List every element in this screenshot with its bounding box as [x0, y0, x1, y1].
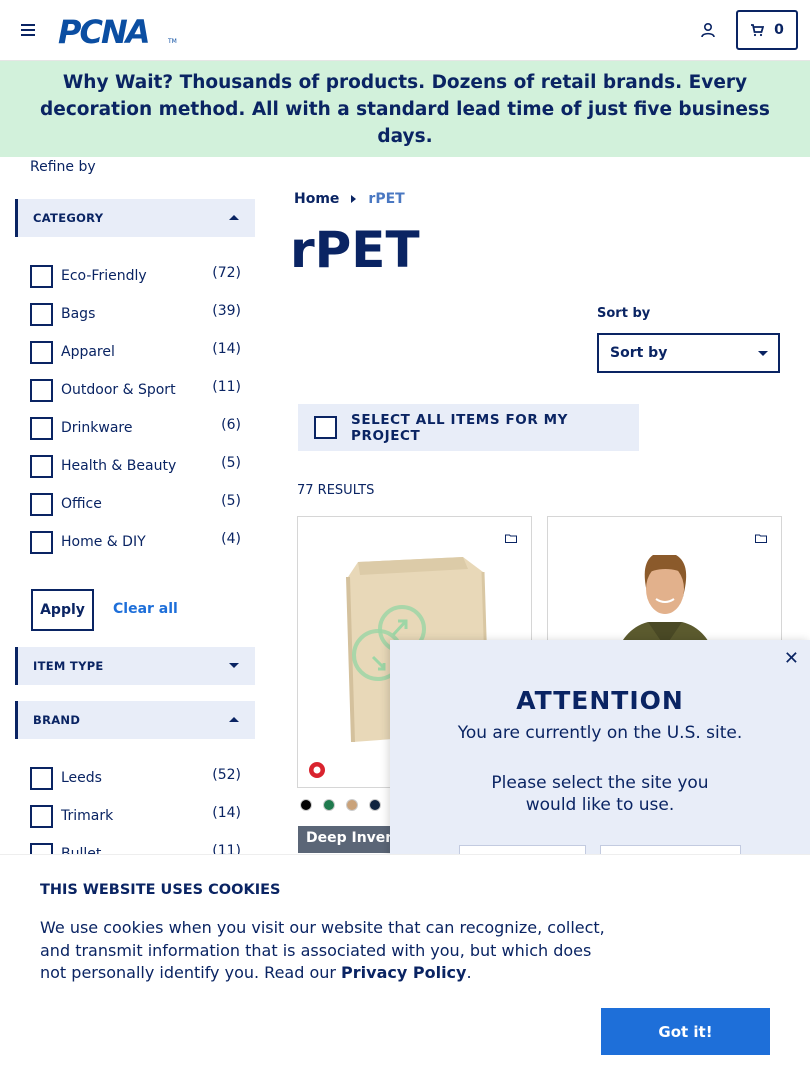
logo[interactable]: PCNA — [58, 13, 150, 51]
facet-option-count: (39) — [212, 303, 241, 319]
facet-option-label: Office — [61, 496, 102, 512]
category-list: Eco-Friendly (72) Bags (39) Apparel (14) Outdo… — [30, 257, 245, 587]
caret-down-icon — [229, 663, 239, 668]
facet-checkbox[interactable] — [30, 378, 53, 402]
facet-checkbox[interactable] — [30, 264, 53, 288]
caret-up-icon — [229, 717, 239, 722]
facet-option-count: (14) — [212, 341, 241, 357]
color-swatch[interactable] — [369, 799, 381, 811]
facet-brand-title: BRAND — [33, 713, 81, 727]
cart-count: 0 — [774, 22, 784, 38]
facet-option-label: Leeds — [61, 770, 102, 786]
site-header: PCNA TM 0 — [0, 0, 810, 61]
cookie-text: We use cookies when you visit our websit… — [40, 917, 615, 985]
facet-option-label: Eco-Friendly — [61, 268, 147, 284]
select-all-label: SELECT ALL ITEMS FOR MY PROJECT — [351, 411, 569, 444]
modal-message: You are currently on the U.S. site. — [457, 723, 743, 743]
color-swatch[interactable] — [323, 799, 335, 811]
page: PCNA TM 0 Why Wait? Thousands of product… — [0, 0, 810, 1080]
logo-trademark: TM — [168, 38, 177, 45]
modal-title: ATTENTION — [516, 686, 684, 715]
select-all-items[interactable]: SELECT ALL ITEMS FOR MY PROJECT — [298, 404, 639, 451]
sort-label: Sort by — [597, 306, 651, 321]
facet-option-label: Outdoor & Sport — [61, 382, 176, 398]
facet-option-count: (5) — [221, 493, 241, 509]
clear-all-link[interactable]: Clear all — [113, 601, 178, 617]
chevron-down-icon — [758, 351, 768, 356]
brand-list: Leeds (52) Trimark (14) Bullet (11) — [30, 759, 245, 859]
modal-instruction: Please select the site you would like to… — [491, 773, 709, 815]
facet-option-label: Health & Beauty — [61, 458, 177, 474]
refine-label: Refine by — [30, 159, 96, 175]
facet-option[interactable]: Bags (39) — [30, 295, 245, 333]
promo-banner: Why Wait? Thousands of products. Dozens … — [0, 61, 810, 157]
results-count: 77 RESULTS — [297, 483, 375, 498]
facet-option-count: (72) — [212, 265, 241, 281]
facet-option-count: (6) — [221, 417, 241, 433]
facet-option[interactable]: Leeds (52) — [30, 759, 245, 797]
facet-checkbox[interactable] — [30, 340, 53, 364]
facet-checkbox[interactable] — [30, 454, 53, 478]
color-swatch[interactable] — [300, 799, 312, 811]
page-title: rPET — [290, 221, 420, 279]
breadcrumb: Home rPET — [294, 191, 405, 207]
facet-option-count: (5) — [221, 455, 241, 471]
breadcrumb-home[interactable]: Home — [294, 191, 339, 207]
apply-button[interactable]: Apply — [31, 589, 94, 631]
user-icon[interactable] — [700, 22, 716, 38]
facet-option-label: Drinkware — [61, 420, 133, 436]
facet-option-label: Apparel — [61, 344, 115, 360]
facet-option[interactable]: Health & Beauty (5) — [30, 447, 245, 485]
breadcrumb-current: rPET — [368, 191, 405, 207]
facet-option[interactable]: Drinkware (6) — [30, 409, 245, 447]
facet-option[interactable]: Outdoor & Sport (11) — [30, 371, 245, 409]
facet-option[interactable]: Trimark (14) — [30, 797, 245, 835]
facet-option-label: Trimark — [61, 808, 114, 824]
select-all-checkbox[interactable] — [314, 416, 337, 439]
color-swatches — [300, 799, 381, 811]
facet-item-type-header[interactable]: ITEM TYPE — [15, 647, 255, 685]
cart-button[interactable]: 0 — [736, 10, 798, 50]
cookie-text-end: . — [466, 963, 472, 982]
facet-option[interactable]: Apparel (14) — [30, 333, 245, 371]
privacy-policy-link[interactable]: Privacy Policy — [341, 963, 466, 982]
close-icon[interactable]: ✕ — [784, 648, 799, 669]
facet-option-count: (52) — [212, 767, 241, 783]
facet-checkbox[interactable] — [30, 492, 53, 516]
facet-checkbox[interactable] — [30, 530, 53, 554]
facet-checkbox[interactable] — [30, 302, 53, 326]
facet-brand-header[interactable]: BRAND — [15, 701, 255, 739]
breadcrumb-separator-icon — [351, 195, 357, 203]
facet-option-count: (4) — [221, 531, 241, 547]
facet-category-header[interactable]: CATEGORY — [15, 199, 255, 237]
facet-checkbox[interactable] — [30, 416, 53, 440]
sort-select[interactable]: Sort by — [597, 333, 780, 373]
promo-text: Why Wait? Thousands of products. Dozens … — [40, 71, 770, 147]
facet-option[interactable]: Office (5) — [30, 485, 245, 523]
color-swatch[interactable] — [346, 799, 358, 811]
menu-icon[interactable] — [21, 24, 35, 36]
facet-option[interactable]: Eco-Friendly (72) — [30, 257, 245, 295]
facet-option-label: Bags — [61, 306, 96, 322]
cart-icon — [751, 24, 765, 37]
facet-checkbox[interactable] — [30, 766, 53, 790]
facet-item-type-title: ITEM TYPE — [33, 659, 104, 673]
facet-option-label: Home & DIY — [61, 534, 146, 550]
cookie-title: THIS WEBSITE USES COOKIES — [40, 882, 281, 898]
facet-category-title: CATEGORY — [33, 211, 104, 225]
caret-up-icon — [229, 215, 239, 220]
facet-option-count: (11) — [212, 379, 241, 395]
sort-select-value: Sort by — [610, 345, 668, 361]
facet-option-count: (14) — [212, 805, 241, 821]
accept-cookies-button[interactable]: Got it! — [601, 1008, 770, 1055]
facet-checkbox[interactable] — [30, 804, 53, 828]
cookie-banner: THIS WEBSITE USES COOKIES We use cookies… — [0, 854, 810, 1080]
facet-option[interactable]: Home & DIY (4) — [30, 523, 245, 561]
cookie-body: We use cookies when you visit our websit… — [40, 918, 605, 982]
